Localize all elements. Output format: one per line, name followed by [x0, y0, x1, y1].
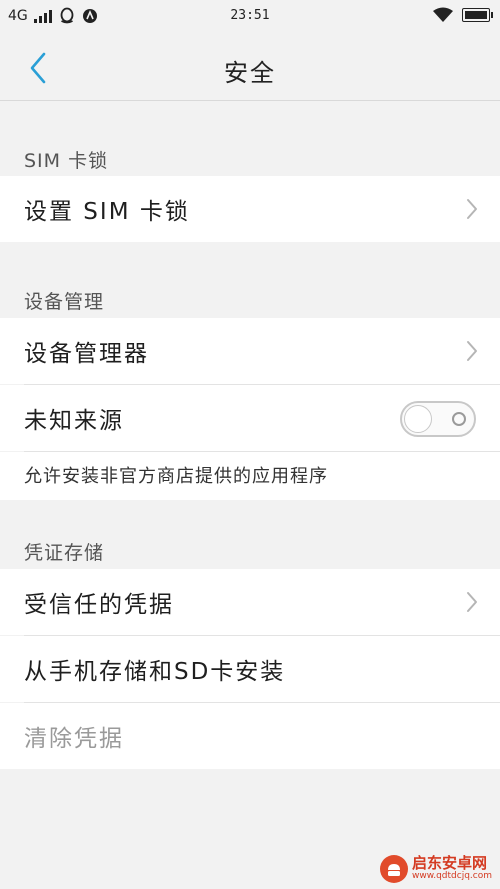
- battery-icon: [462, 8, 493, 22]
- device-manager-item[interactable]: 设备管理器: [0, 318, 500, 384]
- clear-credentials-item: 清除凭据: [0, 703, 500, 769]
- chevron-right-icon: [467, 592, 477, 612]
- status-right: [432, 7, 493, 23]
- section-header-sim: SIM 卡锁: [24, 150, 109, 172]
- trusted-credentials-item[interactable]: 受信任的凭据: [0, 569, 500, 635]
- item-label: 未知来源: [24, 408, 124, 434]
- description-text: 允许安装非官方商店提供的应用程序: [24, 466, 328, 487]
- wifi-icon: [433, 7, 453, 22]
- section-header-credentials: 凭证存储: [24, 542, 105, 564]
- unknown-sources-item[interactable]: 未知来源: [0, 385, 500, 451]
- item-label: 清除凭据: [24, 726, 124, 752]
- watermark-text: 启东安卓网 www.qdtdcjq.com: [412, 856, 492, 881]
- watermark: 启东安卓网 www.qdtdcjq.com: [379, 855, 492, 883]
- android-icon: [387, 864, 400, 876]
- item-label: 设备管理器: [24, 341, 149, 367]
- chevron-right-icon: [467, 341, 477, 361]
- unknown-sources-toggle[interactable]: [400, 401, 476, 437]
- item-label: 从手机存储和SD卡安装: [24, 659, 286, 685]
- page-title: 安全: [224, 59, 276, 87]
- toggle-off-indicator: [452, 412, 466, 426]
- title-bar: 安全: [0, 34, 500, 101]
- watermark-logo-icon: [379, 855, 408, 883]
- chevron-right-icon: [467, 199, 477, 219]
- install-from-storage-item[interactable]: 从手机存储和SD卡安装: [0, 636, 500, 702]
- item-label: 设置 SIM 卡锁: [24, 199, 190, 225]
- sim-lock-settings-item[interactable]: 设置 SIM 卡锁: [0, 176, 500, 242]
- unknown-sources-description: 允许安装非官方商店提供的应用程序: [0, 452, 500, 500]
- item-label: 受信任的凭据: [24, 592, 174, 618]
- status-bar: 4G 23:51: [0, 0, 500, 34]
- watermark-name: 启东安卓网: [411, 854, 487, 873]
- toggle-knob: [404, 405, 432, 433]
- watermark-url: www.qdtdcjq.com: [411, 871, 492, 882]
- section-header-device: 设备管理: [24, 291, 105, 313]
- clock: 23:51: [230, 8, 270, 23]
